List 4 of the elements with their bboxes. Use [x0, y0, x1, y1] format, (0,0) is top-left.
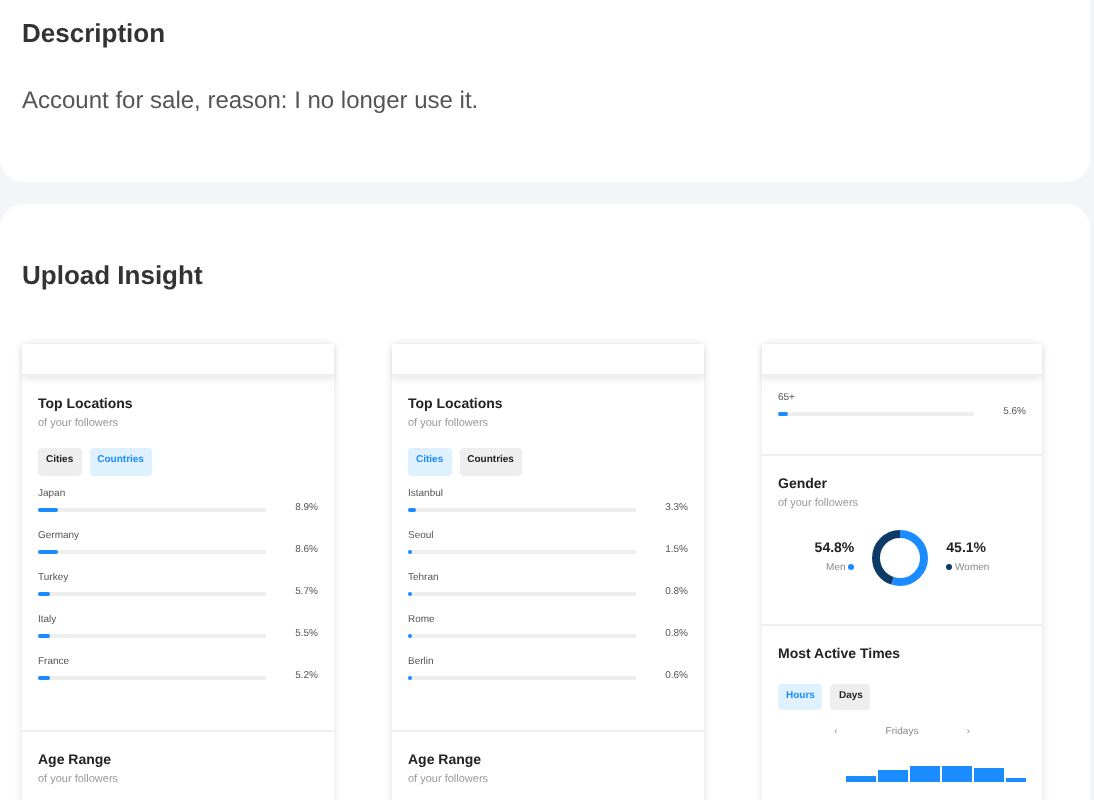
donut-chart — [870, 528, 931, 589]
description-text: Account for sale, reason: I no longer use it. — [22, 83, 481, 117]
section-title: Upload Insight — [22, 258, 205, 294]
section-title: Description — [22, 16, 168, 52]
